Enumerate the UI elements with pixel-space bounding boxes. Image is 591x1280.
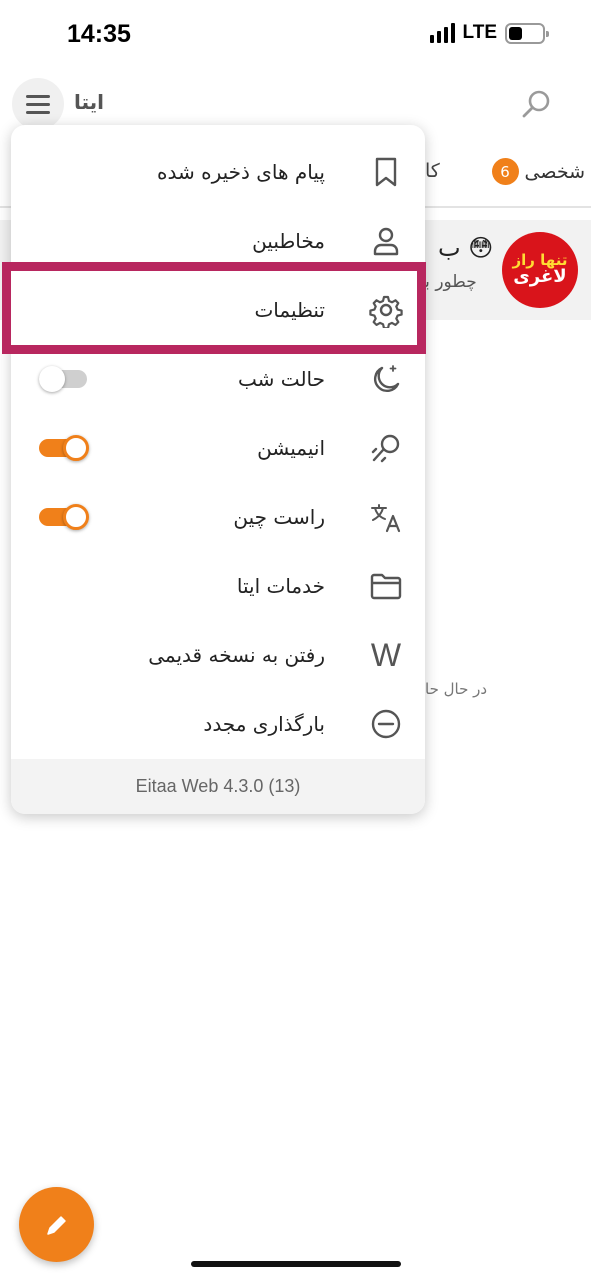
menu-item-label: مخاطبین (252, 228, 325, 253)
menu-item-label: حالت شب (238, 366, 325, 391)
menu-item-label: بارگذاری مجدد (203, 711, 325, 736)
tab-personal[interactable]: شخصی 6 (491, 158, 586, 185)
hamburger-menu-button[interactable] (12, 78, 64, 130)
unread-badge: 6 (491, 158, 519, 185)
moon-icon (368, 361, 404, 397)
w-icon: W (370, 636, 402, 673)
signal-icon (429, 23, 455, 43)
menu-item-label: راست چین (233, 504, 325, 529)
menu-item-label: انیمیشن (257, 435, 325, 460)
bookmark-icon (368, 154, 404, 190)
search-icon[interactable] (518, 86, 554, 122)
app-title: ایتا (74, 90, 105, 114)
battery-icon (505, 22, 549, 44)
compose-button[interactable] (19, 1187, 94, 1262)
night-mode-toggle[interactable] (39, 365, 89, 392)
menu-item-old-version[interactable]: رفتن به نسخه قدیمی W (11, 620, 425, 689)
loading-status: در حال حا (425, 680, 488, 698)
status-time: 14:35 (67, 20, 131, 48)
menu-item-night-mode[interactable]: حالت شب (11, 344, 425, 413)
animation-toggle[interactable] (39, 434, 89, 461)
folder-icon (368, 568, 404, 604)
minus-circle-icon (368, 706, 404, 742)
chat-message-preview: چطور با (420, 272, 477, 292)
avatar: تنها راز لاغری (502, 232, 578, 308)
version-footer: Eitaa Web 4.3.0 (13) (11, 759, 425, 814)
pencil-icon (46, 1215, 66, 1235)
main-menu-dropdown: پیام های ذخیره شده مخاطبین تنظیمات حالت … (11, 125, 425, 814)
rtl-toggle[interactable] (39, 503, 89, 530)
menu-item-saved-messages[interactable]: پیام های ذخیره شده (11, 137, 425, 206)
animation-icon (368, 430, 404, 466)
chat-title: ب 😳 (438, 234, 494, 262)
menu-item-reload[interactable]: بارگذاری مجدد (11, 689, 425, 758)
network-label: LTE (462, 22, 497, 43)
highlight-frame (2, 262, 426, 354)
home-indicator (191, 1261, 401, 1267)
menu-item-label: پیام های ذخیره شده (157, 159, 325, 184)
menu-item-eitaa-services[interactable]: خدمات ایتا (11, 551, 425, 620)
menu-item-animation[interactable]: انیمیشن (11, 413, 425, 482)
menu-item-rtl[interactable]: راست چین (11, 482, 425, 551)
translate-icon (368, 499, 404, 535)
user-icon (368, 223, 404, 259)
tab-other[interactable]: کا (425, 160, 440, 182)
hamburger-icon (26, 94, 50, 98)
menu-item-label: رفتن به نسخه قدیمی (148, 642, 325, 667)
status-icons: LTE (429, 22, 549, 44)
tab-personal-label: شخصی (524, 160, 586, 183)
menu-item-label: خدمات ایتا (236, 573, 325, 598)
